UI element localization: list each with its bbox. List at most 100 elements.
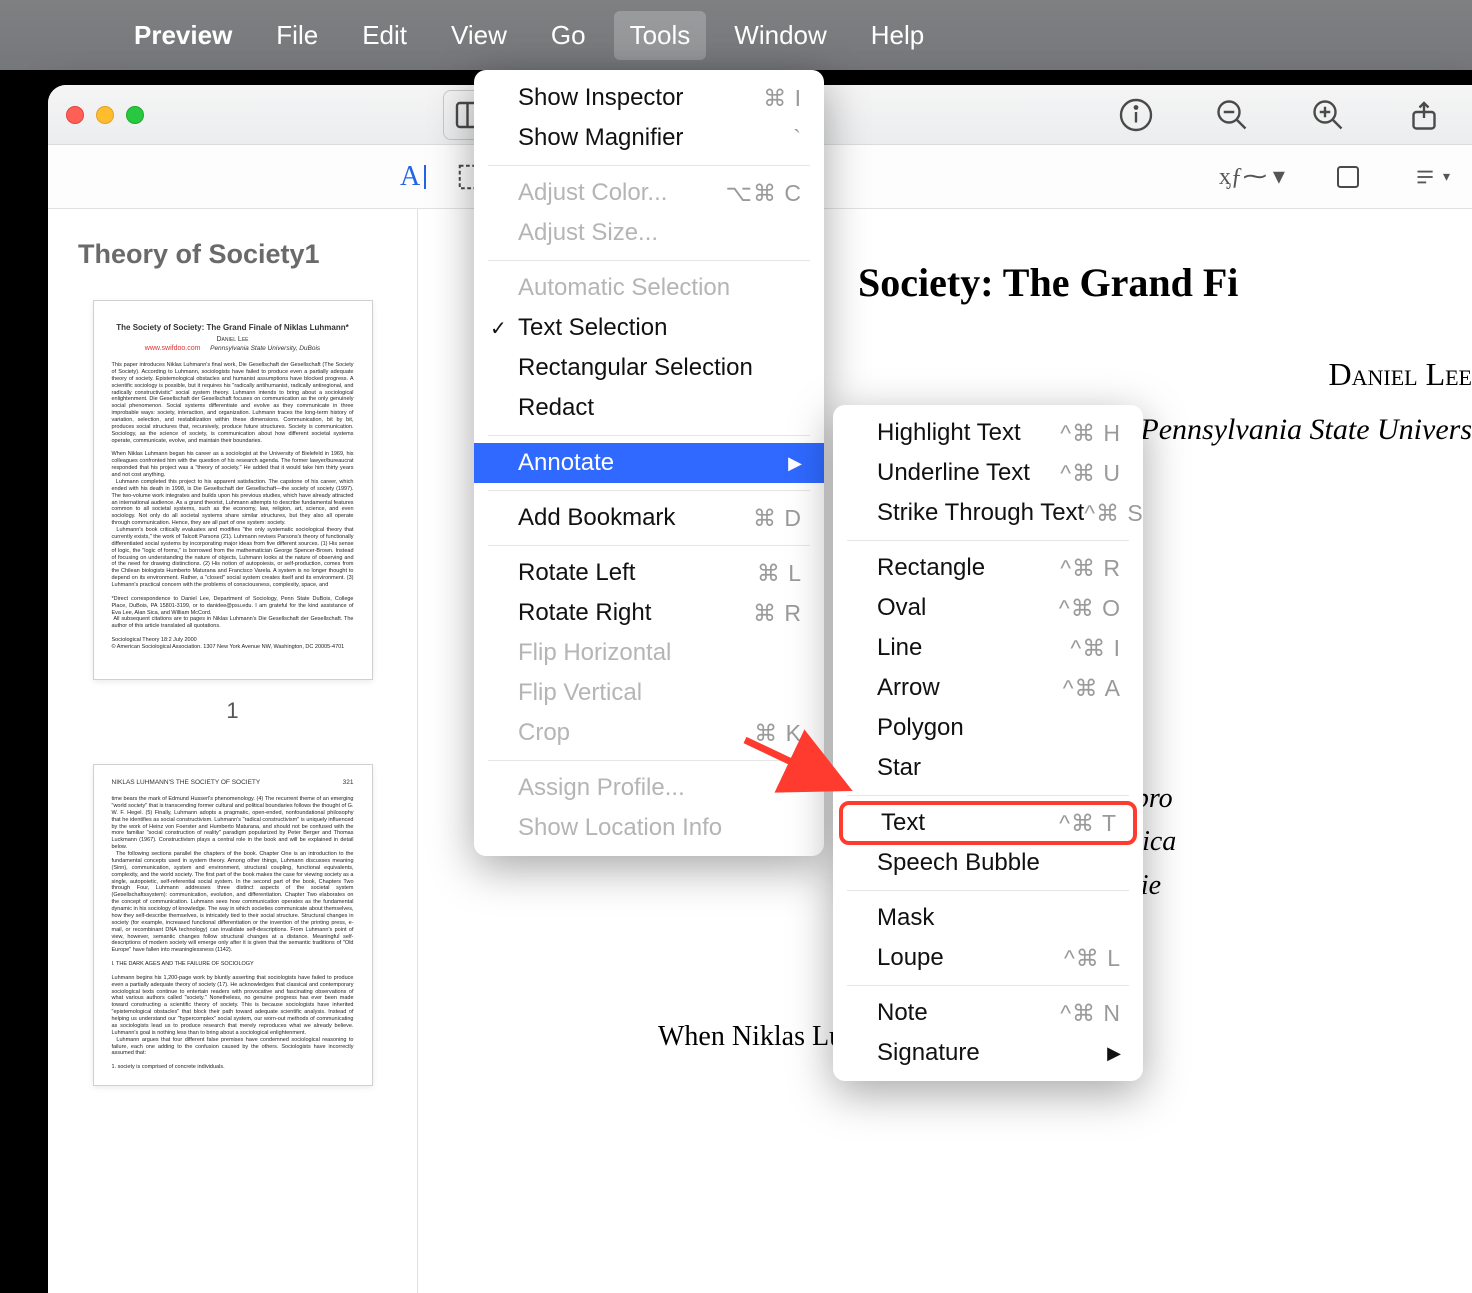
chevron-down-icon: ▾: [1443, 168, 1450, 185]
app-menu[interactable]: Preview: [134, 20, 232, 51]
tools-menu-item-show-inspector[interactable]: Show Inspector ⌘ I: [474, 78, 824, 118]
signature-button[interactable]: ᶍƒ⁓ ▾: [1219, 162, 1285, 191]
menu-item-label: Crop: [518, 719, 570, 747]
zoom-out-icon[interactable]: [1214, 97, 1250, 133]
menu-shortcut: ^⌘ O: [1059, 595, 1121, 622]
menu-help[interactable]: Help: [871, 20, 924, 51]
menu-shortcut: ⌘ D: [753, 505, 802, 532]
tools-menu-item-adjust-color: Adjust Color...⌥⌘ C: [474, 173, 824, 213]
menu-go[interactable]: Go: [551, 20, 586, 51]
annotate-menu-item-note[interactable]: Note ^⌘ N: [833, 993, 1143, 1033]
annotate-menu-item-polygon[interactable]: Polygon: [833, 708, 1143, 748]
annotate-menu-item-loupe[interactable]: Loupe^⌘ L: [833, 938, 1143, 978]
tools-menu-item-separator: [488, 545, 810, 546]
annotate-menu-item-oval[interactable]: Oval ^⌘ O: [833, 588, 1143, 628]
text-annotation-button[interactable]: A: [400, 161, 420, 193]
tools-menu-item-show-magnifier[interactable]: Show Magnifier`: [474, 118, 824, 158]
annotate-menu-item-separator: [847, 795, 1129, 796]
zoom-window-button[interactable]: [126, 106, 144, 124]
menu-item-label: Highlight Text: [877, 419, 1021, 447]
menu-item-label: Arrow: [877, 674, 940, 702]
doc-title: Society: The Grand Fi: [858, 259, 1472, 306]
menu-edit[interactable]: Edit: [362, 20, 407, 51]
menu-item-label: Adjust Size...: [518, 219, 658, 247]
menu-item-label: Note: [877, 999, 928, 1027]
menu-item-label: Show Inspector: [518, 84, 683, 112]
menu-file[interactable]: File: [276, 20, 318, 51]
tools-menu-item-rotate-right[interactable]: Rotate Right⌘ R: [474, 593, 824, 633]
menu-item-label: Assign Profile...: [518, 774, 685, 802]
menu-item-label: Flip Horizontal: [518, 639, 671, 667]
annotate-menu-item-line[interactable]: Line^⌘ I: [833, 628, 1143, 668]
annotate-menu-item-underline-text[interactable]: Underline Text^⌘ U: [833, 453, 1143, 493]
tools-menu-item-add-bookmark[interactable]: Add Bookmark⌘ D: [474, 498, 824, 538]
menu-item-label: Redact: [518, 394, 594, 422]
menu-item-label: Rotate Left: [518, 559, 635, 587]
annotate-menu-item-strike-through-text[interactable]: Strike Through Text^⌘ S: [833, 493, 1143, 533]
menu-view[interactable]: View: [451, 20, 507, 51]
menu-item-label: Underline Text: [877, 459, 1030, 487]
menu-item-label: Rectangle: [877, 554, 985, 582]
annotate-menu-item-rectangle[interactable]: Rectangle ^⌘ R: [833, 548, 1143, 588]
submenu-arrow-icon: ▶: [1107, 1043, 1121, 1064]
page-thumbnail-1[interactable]: The Society of Society: The Grand Finale…: [93, 300, 373, 680]
minimize-window-button[interactable]: [96, 106, 114, 124]
menu-shortcut: ^⌘ T: [1059, 810, 1117, 837]
menu-shortcut: ^⌘ A: [1063, 675, 1121, 702]
menu-shortcut: ^⌘ R: [1060, 555, 1121, 582]
menu-item-label: Oval: [877, 594, 926, 622]
tools-menu-item-show-location-info: Show Location Info: [474, 808, 824, 848]
annotate-menu-item-highlight-text[interactable]: Highlight Text^⌘ H: [833, 413, 1143, 453]
list-icon: [1411, 164, 1437, 190]
menu-item-label: Strike Through Text: [877, 499, 1084, 527]
thumbnails-sidebar: Theory of Society1 The Society of Societ…: [48, 209, 418, 1293]
tools-menu-item-rectangular-selection[interactable]: Rectangular Selection: [474, 348, 824, 388]
close-window-button[interactable]: [66, 106, 84, 124]
share-icon[interactable]: [1406, 97, 1442, 133]
menu-item-label: Polygon: [877, 714, 964, 742]
menu-shortcut: ⌘ I: [763, 85, 802, 112]
submenu-arrow-icon: ▶: [788, 453, 802, 474]
menu-item-label: Text: [881, 809, 925, 837]
tools-menu-item-flip-vertical: Flip Vertical: [474, 673, 824, 713]
tools-menu-item-adjust-size: Adjust Size...: [474, 213, 824, 253]
menu-shortcut: ^⌘ N: [1060, 1000, 1121, 1027]
zoom-in-icon[interactable]: [1310, 97, 1346, 133]
annotate-menu-item-separator: [847, 890, 1129, 891]
thumb-heading: The Society of Society: The Grand Finale…: [112, 323, 354, 332]
page-thumbnail-2[interactable]: NIKLAS LUHMANN'S THE SOCIETY OF SOCIETY …: [93, 764, 373, 1086]
annotate-menu-item-arrow[interactable]: Arrow ^⌘ A: [833, 668, 1143, 708]
annotate-menu-item-mask[interactable]: Mask: [833, 898, 1143, 938]
menu-window[interactable]: Window: [734, 20, 826, 51]
tools-menu-item-text-selection[interactable]: ✓Text Selection: [474, 308, 824, 348]
menu-shortcut: ^⌘ S: [1084, 500, 1144, 527]
annotate-menu-item-star[interactable]: Star: [833, 748, 1143, 788]
crop-tool-icon[interactable]: [1333, 162, 1363, 192]
tools-menu-item-rotate-left[interactable]: Rotate Left ⌘ L: [474, 553, 824, 593]
menu-item-label: Loupe: [877, 944, 944, 972]
tools-menu-item-separator: [488, 490, 810, 491]
window-controls: [66, 106, 144, 124]
menu-shortcut: ⌥⌘ C: [725, 180, 802, 207]
menu-shortcut: ⌘ R: [753, 600, 802, 627]
annotate-menu-item-signature[interactable]: Signature▶: [833, 1033, 1143, 1073]
tools-menu-item-annotate[interactable]: Annotate▶: [474, 443, 824, 483]
check-icon: ✓: [490, 316, 507, 341]
thumb-body-preview: This paper introduces Niklas Luhmann's f…: [112, 362, 354, 651]
annotate-menu-item-speech-bubble[interactable]: Speech Bubble: [833, 843, 1143, 883]
tools-menu-item-assign-profile: Assign Profile...: [474, 768, 824, 808]
menu-item-label: Show Location Info: [518, 814, 722, 842]
description-button[interactable]: ▾: [1411, 164, 1450, 190]
annotate-menu-item-text[interactable]: Text ^⌘ T: [839, 801, 1137, 845]
menu-shortcut: ⌘ L: [757, 560, 802, 587]
menu-item-label: Mask: [877, 904, 934, 932]
menu-item-label: Automatic Selection: [518, 274, 730, 302]
info-icon[interactable]: [1118, 97, 1154, 133]
thumb2-section-heading: I. THE DARK AGES AND THE FAILURE OF SOCI…: [112, 961, 254, 967]
menu-tools[interactable]: Tools: [614, 11, 707, 60]
tools-menu-item-separator: [488, 165, 810, 166]
tools-menu-item-separator: [488, 435, 810, 436]
tools-menu-item-redact[interactable]: Redact: [474, 388, 824, 428]
annotate-submenu-panel: Highlight Text^⌘ HUnderline Text^⌘ UStri…: [833, 405, 1143, 1081]
doc-author: Daniel Lee: [858, 356, 1472, 393]
